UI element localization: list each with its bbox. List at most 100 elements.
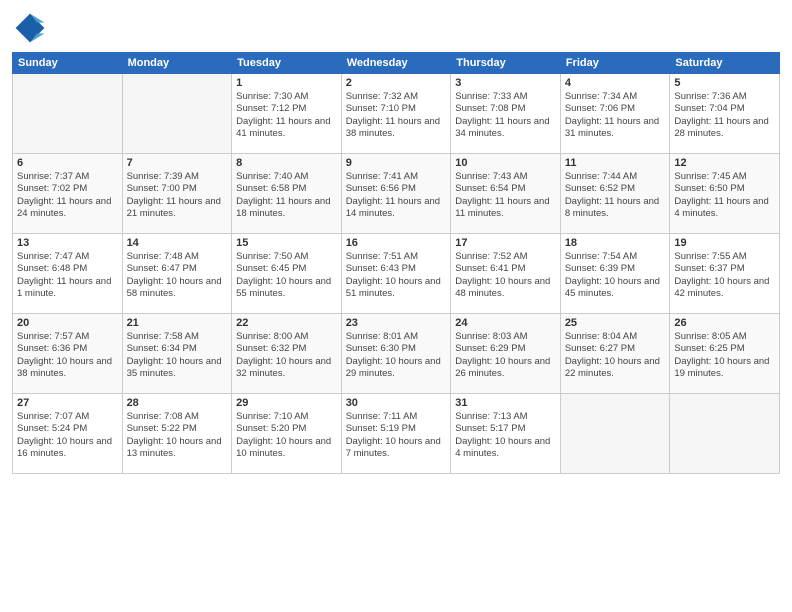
sunrise: Sunrise: 7:41 AM [346, 171, 447, 183]
day-cell-4: 4Sunrise: 7:34 AMSunset: 7:06 PMDaylight… [560, 74, 670, 154]
sunrise: Sunrise: 7:37 AM [17, 171, 118, 183]
day-info: Sunrise: 7:51 AMSunset: 6:43 PMDaylight:… [346, 251, 447, 300]
sunset: Sunset: 5:22 PM [127, 423, 228, 435]
day-number: 25 [565, 317, 666, 329]
day-number: 6 [17, 157, 118, 169]
day-cell-8: 8Sunrise: 7:40 AMSunset: 6:58 PMDaylight… [232, 154, 342, 234]
day-number: 23 [346, 317, 447, 329]
calendar-week-4: 20 Sunrise: 7:57 AMSunset: 6:36 PMDayligh… [13, 314, 780, 394]
sunrise: Sunrise: 7:39 AM [127, 171, 228, 183]
daylight: Daylight: 10 hours and 19 minutes. [674, 356, 775, 381]
logo-icon [12, 10, 48, 46]
day-info: Sunrise: 8:04 AMSunset: 6:27 PMDaylight:… [565, 331, 666, 380]
sunrise: Sunrise: 7:32 AM [346, 91, 447, 103]
day-info: Sunrise: 7:45 AMSunset: 6:50 PMDaylight:… [674, 171, 775, 220]
day-info: Sunrise: 8:03 AMSunset: 6:29 PMDaylight:… [455, 331, 556, 380]
col-header-tuesday: Tuesday [232, 53, 342, 74]
sunset: Sunset: 6:27 PM [565, 343, 666, 355]
day-info: Sunrise: 7:34 AMSunset: 7:06 PMDaylight:… [565, 91, 666, 140]
day-number: 14 [127, 237, 228, 249]
sunset: Sunset: 6:47 PM [127, 263, 228, 275]
day-number: 27 [17, 397, 118, 409]
day-cell-31: 31Sunrise: 7:13 AMSunset: 5:17 PMDayligh… [451, 394, 561, 474]
day-cell-25: 25 Sunrise: 8:04 AMSunset: 6:27 PMDayligh… [560, 314, 670, 394]
sunrise: Sunrise: 7:55 AM [674, 251, 775, 263]
calendar-week-1: 1 Sunrise: 7:30 AMSunset: 7:12 PMDaylight… [13, 74, 780, 154]
day-number: 28 [127, 397, 228, 409]
empty-cell [13, 74, 123, 154]
day-number: 8 [236, 157, 337, 169]
day-cell-14: 14 Sunrise: 7:48 AMSunset: 6:47 PMDayligh… [122, 234, 232, 314]
day-cell-27: 27 Sunrise: 7:07 AMSunset: 5:24 PMDayligh… [13, 394, 123, 474]
sunrise: Sunrise: 7:30 AM [236, 91, 337, 103]
sunrise: Sunrise: 7:07 AM [17, 411, 118, 423]
daylight: Daylight: 11 hours and 38 minutes. [346, 116, 447, 141]
day-number: 30 [346, 397, 447, 409]
col-header-friday: Friday [560, 53, 670, 74]
day-number: 9 [346, 157, 447, 169]
sunrise: Sunrise: 7:47 AM [17, 251, 118, 263]
day-number: 7 [127, 157, 228, 169]
sunrise: Sunrise: 8:00 AM [236, 331, 337, 343]
day-cell-16: 16Sunrise: 7:51 AMSunset: 6:43 PMDayligh… [341, 234, 451, 314]
sunset: Sunset: 6:45 PM [236, 263, 337, 275]
day-info: Sunrise: 7:50 AMSunset: 6:45 PMDaylight:… [236, 251, 337, 300]
day-cell-11: 11Sunrise: 7:44 AMSunset: 6:52 PMDayligh… [560, 154, 670, 234]
day-cell-20: 20 Sunrise: 7:57 AMSunset: 6:36 PMDayligh… [13, 314, 123, 394]
day-number: 19 [674, 237, 775, 249]
day-info: Sunrise: 7:10 AMSunset: 5:20 PMDaylight:… [236, 411, 337, 460]
day-number: 1 [236, 77, 337, 89]
day-number: 26 [674, 317, 775, 329]
sunset: Sunset: 5:19 PM [346, 423, 447, 435]
day-cell-3: 3Sunrise: 7:33 AMSunset: 7:08 PMDaylight… [451, 74, 561, 154]
day-cell-7: 7 Sunrise: 7:39 AMSunset: 7:00 PMDaylight… [122, 154, 232, 234]
daylight: Daylight: 11 hours and 11 minutes. [455, 196, 556, 221]
sunrise: Sunrise: 8:05 AM [674, 331, 775, 343]
col-header-saturday: Saturday [670, 53, 780, 74]
daylight: Daylight: 11 hours and 41 minutes. [236, 116, 337, 141]
col-header-monday: Monday [122, 53, 232, 74]
col-header-thursday: Thursday [451, 53, 561, 74]
day-cell-23: 23 Sunrise: 8:01 AMSunset: 6:30 PMDayligh… [341, 314, 451, 394]
daylight: Daylight: 10 hours and 42 minutes. [674, 276, 775, 301]
daylight: Daylight: 11 hours and 1 minute. [17, 276, 118, 301]
sunrise: Sunrise: 7:34 AM [565, 91, 666, 103]
daylight: Daylight: 10 hours and 35 minutes. [127, 356, 228, 381]
day-number: 3 [455, 77, 556, 89]
sunset: Sunset: 6:36 PM [17, 343, 118, 355]
sunrise: Sunrise: 7:50 AM [236, 251, 337, 263]
daylight: Daylight: 10 hours and 48 minutes. [455, 276, 556, 301]
day-info: Sunrise: 7:52 AMSunset: 6:41 PMDaylight:… [455, 251, 556, 300]
sunrise: Sunrise: 7:54 AM [565, 251, 666, 263]
day-number: 29 [236, 397, 337, 409]
day-cell-17: 17Sunrise: 7:52 AMSunset: 6:41 PMDayligh… [451, 234, 561, 314]
day-number: 20 [17, 317, 118, 329]
day-info: Sunrise: 7:37 AMSunset: 7:02 PMDaylight:… [17, 171, 118, 220]
day-info: Sunrise: 7:57 AMSunset: 6:36 PMDaylight:… [17, 331, 118, 380]
sunset: Sunset: 6:25 PM [674, 343, 775, 355]
sunset: Sunset: 5:17 PM [455, 423, 556, 435]
day-number: 31 [455, 397, 556, 409]
day-info: Sunrise: 7:07 AMSunset: 5:24 PMDaylight:… [17, 411, 118, 460]
day-info: Sunrise: 7:30 AMSunset: 7:12 PMDaylight:… [236, 91, 337, 140]
sunset: Sunset: 6:56 PM [346, 183, 447, 195]
daylight: Daylight: 10 hours and 10 minutes. [236, 436, 337, 461]
daylight: Daylight: 11 hours and 4 minutes. [674, 196, 775, 221]
logo [12, 10, 52, 46]
day-cell-15: 15Sunrise: 7:50 AMSunset: 6:45 PMDayligh… [232, 234, 342, 314]
sunset: Sunset: 6:41 PM [455, 263, 556, 275]
day-info: Sunrise: 8:05 AMSunset: 6:25 PMDaylight:… [674, 331, 775, 380]
sunset: Sunset: 7:00 PM [127, 183, 228, 195]
day-cell-30: 30Sunrise: 7:11 AMSunset: 5:19 PMDayligh… [341, 394, 451, 474]
sunrise: Sunrise: 7:45 AM [674, 171, 775, 183]
day-info: Sunrise: 8:01 AMSunset: 6:30 PMDaylight:… [346, 331, 447, 380]
day-cell-21: 21Sunrise: 7:58 AMSunset: 6:34 PMDayligh… [122, 314, 232, 394]
sunrise: Sunrise: 7:40 AM [236, 171, 337, 183]
day-number: 12 [674, 157, 775, 169]
calendar-table: SundayMondayTuesdayWednesdayThursdayFrid… [12, 52, 780, 474]
sunset: Sunset: 6:39 PM [565, 263, 666, 275]
day-number: 21 [127, 317, 228, 329]
day-info: Sunrise: 7:39 AMSunset: 7:00 PMDaylight:… [127, 171, 228, 220]
day-info: Sunrise: 7:48 AMSunset: 6:47 PMDaylight:… [127, 251, 228, 300]
sunrise: Sunrise: 7:33 AM [455, 91, 556, 103]
